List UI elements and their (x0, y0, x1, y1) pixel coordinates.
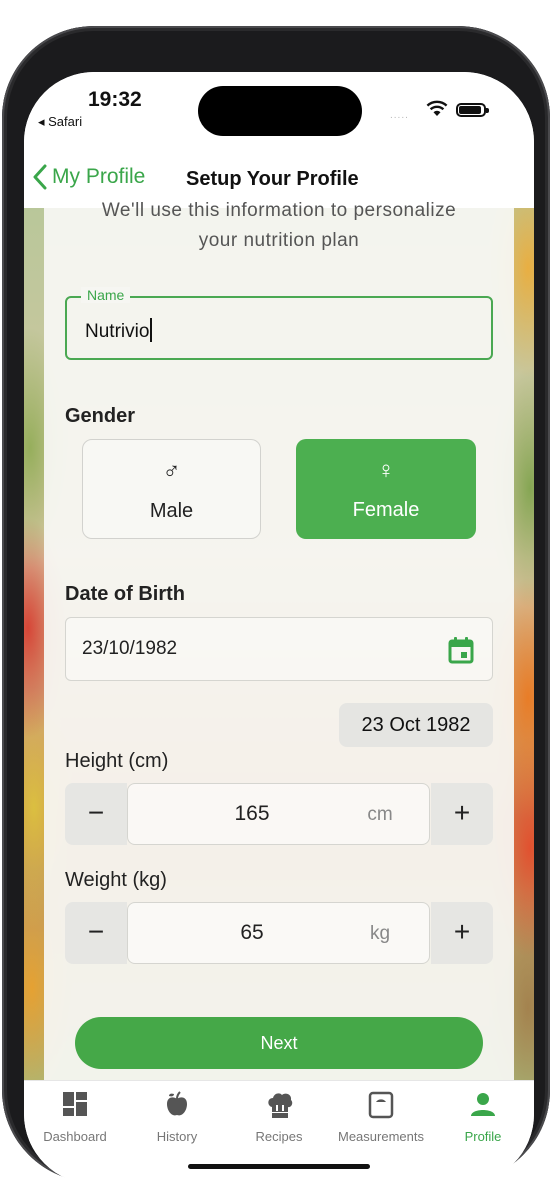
calendar-icon[interactable] (448, 636, 474, 664)
intro-line-1: We'll use this information to personaliz… (101, 200, 457, 221)
battery-icon (456, 103, 489, 117)
screen: 19:32 ◂ Safari ..... My Profile Setup Yo… (24, 72, 534, 1184)
dashboard-icon (63, 1092, 87, 1116)
tab-recipes[interactable]: Recipes (228, 1081, 330, 1151)
apple-icon (167, 1091, 187, 1116)
back-button[interactable]: My Profile (32, 164, 145, 190)
gender-male-button[interactable]: ♂ Male (82, 439, 261, 539)
weight-increment-button[interactable]: + (431, 902, 493, 964)
tab-recipes-label: Recipes (255, 1129, 303, 1144)
height-label: Height (cm) (65, 750, 169, 772)
tab-profile[interactable]: Profile (432, 1081, 534, 1151)
height-stepper: − 165 cm + (65, 783, 493, 845)
name-field[interactable]: Name Nutrivio (65, 287, 493, 360)
status-bar: 19:32 ◂ Safari ..... (24, 72, 534, 152)
home-indicator[interactable] (188, 1164, 370, 1169)
dob-label: Date of Birth (65, 583, 185, 605)
tab-profile-label: Profile (464, 1129, 502, 1144)
weight-value: 65 (240, 921, 264, 944)
female-icon: ♀ (377, 457, 395, 484)
tab-dashboard[interactable]: Dashboard (24, 1081, 126, 1151)
status-time: 19:32 (88, 88, 142, 111)
weight-input[interactable]: 65 kg (127, 902, 430, 964)
date-display-chip[interactable]: 23 Oct 1982 (339, 703, 493, 747)
gender-male-label: Male (149, 500, 194, 522)
tab-measurements-label: Measurements (338, 1129, 424, 1144)
signal-dots: ..... (390, 110, 409, 121)
tab-measurements[interactable]: Measurements (330, 1081, 432, 1151)
weight-label: Weight (kg) (65, 869, 167, 891)
height-input[interactable]: 165 cm (127, 783, 430, 845)
page-title: Setup Your Profile (186, 168, 359, 190)
height-value: 165 (234, 802, 270, 825)
gender-label: Gender (65, 405, 136, 427)
phone-frame: 19:32 ◂ Safari ..... My Profile Setup Yo… (2, 26, 550, 1184)
height-increment-button[interactable]: + (431, 783, 493, 845)
dynamic-island (198, 86, 362, 136)
tab-history[interactable]: History (126, 1081, 228, 1151)
person-icon (471, 1093, 495, 1116)
tab-history-label: History (156, 1129, 198, 1144)
text-caret (150, 318, 153, 342)
weight-stepper: − 65 kg + (65, 902, 493, 964)
back-to-safari[interactable]: ◂ Safari (38, 114, 82, 130)
name-input[interactable]: Nutrivio (85, 318, 153, 343)
weight-decrement-button[interactable]: − (65, 902, 127, 964)
chef-hat-icon (268, 1093, 293, 1118)
date-of-birth-field[interactable]: 23/10/1982 (65, 617, 493, 681)
next-button[interactable]: Next (75, 1017, 483, 1069)
wifi-icon (426, 100, 448, 116)
intro-line-2: your nutrition plan (198, 230, 360, 251)
date-of-birth-value: 23/10/1982 (82, 638, 178, 659)
name-field-label: Name (81, 287, 131, 303)
chevron-left-icon (33, 164, 47, 190)
back-button-label: My Profile (52, 165, 146, 188)
gender-female-button[interactable]: ♀ Female (296, 439, 476, 539)
height-unit: cm (367, 804, 393, 825)
scale-icon (368, 1091, 394, 1119)
height-decrement-button[interactable]: − (65, 783, 127, 845)
name-value: Nutrivio (85, 321, 150, 342)
tab-dashboard-label: Dashboard (43, 1129, 107, 1144)
weight-unit: kg (369, 923, 391, 944)
male-icon: ♂ (162, 458, 181, 485)
gender-female-label: Female (352, 499, 420, 521)
